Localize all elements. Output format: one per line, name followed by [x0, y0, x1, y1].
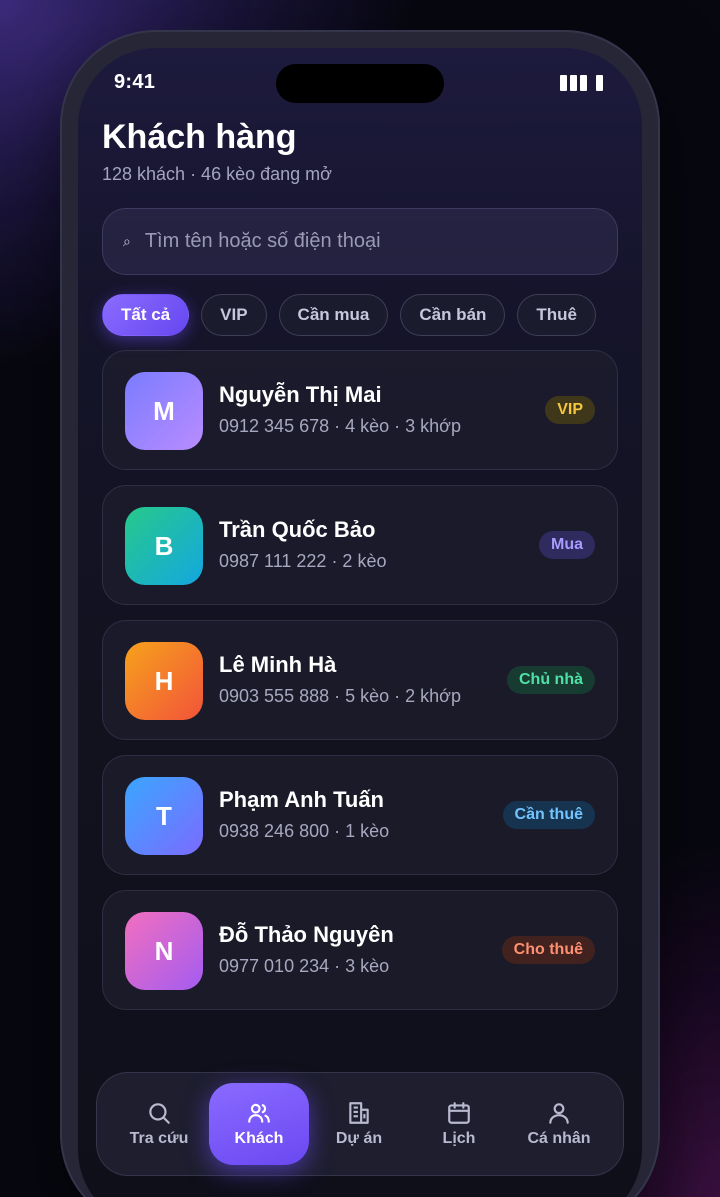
tab-label: Khách — [234, 1130, 284, 1147]
customer-meta: 0987 111 222 · 2 kèo — [219, 551, 387, 571]
status-badge: Chủ nhà — [507, 666, 595, 694]
battery-icon — [560, 75, 603, 91]
avatar: B — [125, 507, 203, 585]
customer-card[interactable]: T Phạm Anh Tuấn 0938 246 800 · 1 kèo Cần… — [102, 755, 618, 875]
phone-screen: 9:41 Khách hàng 128 khách · 46 kèo đang … — [78, 48, 642, 1197]
filter-chip-rent[interactable]: Thuê — [517, 294, 597, 336]
users-icon — [248, 1103, 270, 1123]
filter-chip-all[interactable]: Tất cả — [102, 294, 190, 336]
avatar: M — [125, 372, 203, 450]
customer-name: Nguyễn Thị Mai — [219, 382, 382, 407]
tab-lookup[interactable]: Tra cứu — [109, 1083, 209, 1165]
search-input[interactable] — [144, 230, 585, 253]
customer-card[interactable]: N Đỗ Thảo Nguyên 0977 010 234 · 3 kèo Ch… — [102, 890, 618, 1010]
filter-chip-sell[interactable]: Cần bán — [400, 294, 506, 336]
calendar-icon — [448, 1102, 470, 1124]
status-badge: Cần thuê — [502, 801, 595, 829]
customer-list: M Nguyễn Thị Mai 0912 345 678 · 4 kèo · … — [102, 350, 618, 1025]
tab-calendar[interactable]: Lịch — [409, 1083, 509, 1165]
customer-meta: 0977 010 234 · 3 kèo — [219, 956, 390, 976]
filter-chip-vip[interactable]: VIP — [201, 294, 267, 336]
filter-chip-buy[interactable]: Cần mua — [278, 294, 389, 336]
status-badge: Cho thuê — [501, 936, 595, 964]
tab-projects[interactable]: Dự án — [309, 1083, 409, 1165]
tab-label: Cá nhân — [527, 1130, 591, 1147]
search-icon: ⌕ — [123, 233, 131, 249]
status-time: 9:41 — [114, 71, 156, 93]
customer-card[interactable]: M Nguyễn Thị Mai 0912 345 678 · 4 kèo · … — [102, 350, 618, 470]
customer-name: Trần Quốc Bảo — [219, 517, 376, 542]
tab-customers[interactable]: Khách — [209, 1083, 309, 1165]
customer-name: Đỗ Thảo Nguyên — [219, 922, 394, 947]
dynamic-island — [276, 64, 444, 103]
filter-chips: Tất cả VIP Cần mua Cần bán Thuê — [102, 294, 597, 336]
customer-meta: 0938 246 800 · 1 kèo — [219, 821, 390, 841]
status-badge: VIP — [545, 396, 595, 424]
tab-label: Lịch — [442, 1130, 476, 1147]
search-bar[interactable]: ⌕ — [102, 208, 618, 275]
customer-meta: 0912 345 678 · 4 kèo · 3 khớp — [219, 416, 461, 436]
customer-meta: 0903 555 888 · 5 kèo · 2 khớp — [219, 686, 461, 706]
customer-card[interactable]: B Trần Quốc Bảo 0987 111 222 · 2 kèo Mua — [102, 485, 618, 605]
customer-name: Phạm Anh Tuấn — [219, 787, 384, 812]
tab-label: Dự án — [335, 1130, 383, 1147]
avatar: T — [125, 777, 203, 855]
person-icon — [549, 1103, 569, 1124]
bottom-tab-bar: Tra cứu Khách Dự án Lịch Cá nhân — [96, 1072, 624, 1176]
customer-card[interactable]: H Lê Minh Hà 0903 555 888 · 5 kèo · 2 kh… — [102, 620, 618, 740]
avatar: H — [125, 642, 203, 720]
page-subtitle: 128 khách · 46 kèo đang mở — [102, 164, 332, 184]
tab-profile[interactable]: Cá nhân — [509, 1083, 609, 1165]
avatar: N — [125, 912, 203, 990]
tab-label: Tra cứu — [129, 1130, 189, 1147]
status-badge: Mua — [539, 531, 595, 559]
customer-name: Lê Minh Hà — [219, 652, 337, 677]
search-icon — [149, 1103, 170, 1124]
building-icon — [349, 1102, 369, 1124]
page-title: Khách hàng — [102, 118, 297, 156]
